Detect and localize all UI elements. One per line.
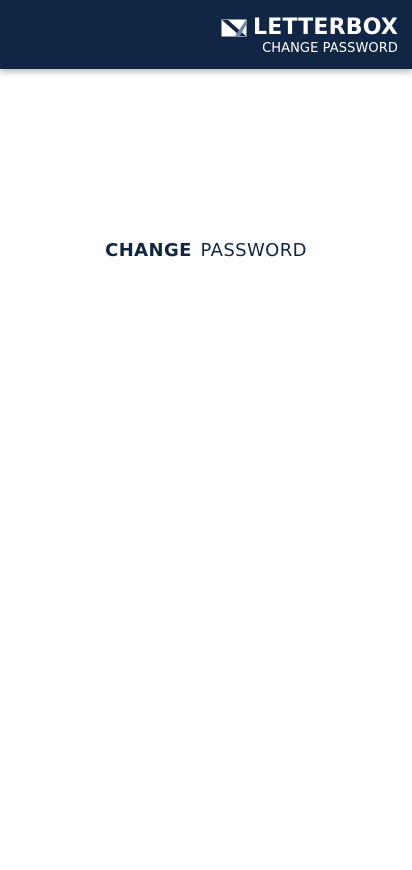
brand-name: LETTERBOX [253,15,398,40]
page-title-light: PASSWORD [200,240,307,262]
main-content: CHANGE PASSWORD [0,69,412,870]
page-title: CHANGE PASSWORD [0,241,412,261]
brand-row: LETTERBOX [221,15,398,41]
app-header: LETTERBOX CHANGE PASSWORD [0,0,412,69]
page-title-strong: CHANGE [105,240,192,262]
app-root: LETTERBOX CHANGE PASSWORD CHANGE PASSWOR… [0,0,412,870]
brand: LETTERBOX CHANGE PASSWORD [221,15,398,56]
envelope-logo-icon [221,19,247,37]
header-subtitle: CHANGE PASSWORD [262,41,398,56]
